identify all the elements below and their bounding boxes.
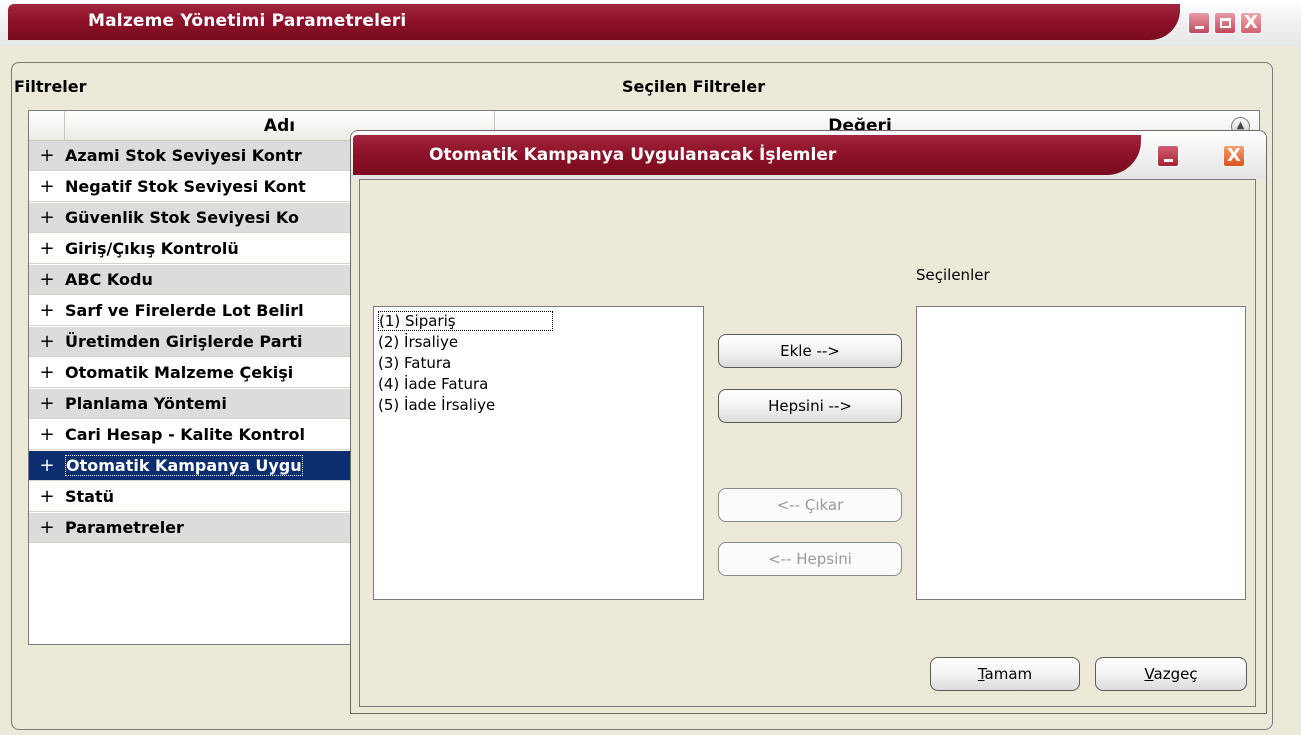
expand-icon[interactable]: + bbox=[29, 207, 65, 228]
list-item[interactable]: (5) İade İrsaliye bbox=[378, 395, 699, 416]
dialog-minimize-button[interactable] bbox=[1157, 145, 1179, 167]
ok-button[interactable]: Tamam bbox=[930, 657, 1080, 691]
ok-mnemonic: T bbox=[977, 665, 985, 683]
row-label: Parametreler bbox=[65, 518, 184, 537]
close-icon: X bbox=[1227, 145, 1241, 166]
list-item[interactable]: (1) Sipariş bbox=[378, 311, 699, 332]
expand-icon[interactable]: + bbox=[29, 393, 65, 414]
filters-label: Filtreler bbox=[14, 77, 87, 96]
maximize-button[interactable] bbox=[1214, 12, 1236, 34]
row-label: Planlama Yöntemi bbox=[65, 394, 227, 413]
list-item[interactable]: (3) Fatura bbox=[378, 353, 699, 374]
window-title: Malzeme Yönetimi Parametreleri bbox=[88, 11, 407, 31]
row-label: Güvenlik Stok Seviyesi Ko bbox=[65, 208, 300, 227]
list-item-label: (3) Fatura bbox=[378, 354, 452, 372]
dialog-title: Otomatik Kampanya Uygulanacak İşlemler bbox=[429, 145, 837, 165]
cancel-button[interactable]: Vazgeç bbox=[1095, 657, 1247, 691]
expand-icon[interactable]: + bbox=[29, 300, 65, 321]
list-item-label: (4) İade Fatura bbox=[378, 375, 489, 393]
expand-icon[interactable]: + bbox=[29, 517, 65, 538]
add-all-button[interactable]: Hepsini --> bbox=[718, 389, 902, 423]
add-button[interactable]: Ekle --> bbox=[718, 334, 902, 368]
expand-icon[interactable]: + bbox=[29, 145, 65, 166]
close-icon: X bbox=[1244, 12, 1258, 33]
ok-label: amam bbox=[984, 665, 1033, 683]
selected-list[interactable] bbox=[916, 306, 1246, 600]
row-label: Cari Hesap - Kalite Kontrol bbox=[65, 425, 306, 444]
dialog-titlebar[interactable]: Otomatik Kampanya Uygulanacak İşlemler X bbox=[351, 131, 1266, 179]
remove-button[interactable]: <-- Çıkar bbox=[718, 488, 902, 522]
expand-icon[interactable]: + bbox=[29, 424, 65, 445]
expand-icon[interactable]: + bbox=[29, 486, 65, 507]
selected-caption: Seçilenler bbox=[916, 266, 990, 284]
list-item-label: (2) İrsaliye bbox=[378, 333, 459, 351]
expand-icon[interactable]: + bbox=[29, 238, 65, 259]
remove-all-button[interactable]: <-- Hepsini bbox=[718, 542, 902, 576]
row-label: Üretimden Girişlerde Parti bbox=[65, 332, 303, 351]
available-list[interactable]: (1) Sipariş (2) İrsaliye (3) Fatura (4) İad… bbox=[373, 306, 704, 600]
list-item-label: (5) İade İrsaliye bbox=[378, 396, 496, 414]
maximize-icon bbox=[1219, 18, 1231, 28]
cancel-label: azgeç bbox=[1153, 665, 1198, 683]
list-item[interactable]: (4) İade Fatura bbox=[378, 374, 699, 395]
expand-icon[interactable]: + bbox=[29, 331, 65, 352]
selected-filters-label: Seçilen Filtreler bbox=[622, 77, 766, 96]
row-label: Azami Stok Seviyesi Kontr bbox=[65, 146, 302, 165]
main-titlebar[interactable]: Malzeme Yönetimi Parametreleri X bbox=[0, 0, 1301, 46]
minimize-icon bbox=[1194, 25, 1204, 29]
row-label: ABC Kodu bbox=[65, 270, 153, 289]
close-button[interactable]: X bbox=[1240, 12, 1262, 34]
row-label: Otomatik Malzeme Çekişi bbox=[65, 363, 294, 382]
minimize-button[interactable] bbox=[1188, 12, 1210, 34]
row-label: Statü bbox=[65, 487, 115, 506]
row-label: Otomatik Kampanya Uygu bbox=[65, 455, 303, 476]
grid-header-corner bbox=[29, 111, 65, 141]
expand-icon[interactable]: + bbox=[29, 455, 65, 476]
row-label: Giriş/Çıkış Kontrolü bbox=[65, 239, 239, 258]
expand-icon[interactable]: + bbox=[29, 269, 65, 290]
expand-icon[interactable]: + bbox=[29, 176, 65, 197]
row-label: Negatif Stok Seviyesi Kont bbox=[65, 177, 306, 196]
list-item[interactable]: (2) İrsaliye bbox=[378, 332, 699, 353]
row-label: Sarf ve Firelerde Lot Belirl bbox=[65, 301, 304, 320]
list-item-label: (1) Sipariş bbox=[378, 311, 553, 331]
minimize-icon bbox=[1163, 158, 1173, 162]
dialog-close-button[interactable]: X bbox=[1223, 145, 1245, 167]
cancel-mnemonic: V bbox=[1144, 665, 1154, 683]
expand-icon[interactable]: + bbox=[29, 362, 65, 383]
